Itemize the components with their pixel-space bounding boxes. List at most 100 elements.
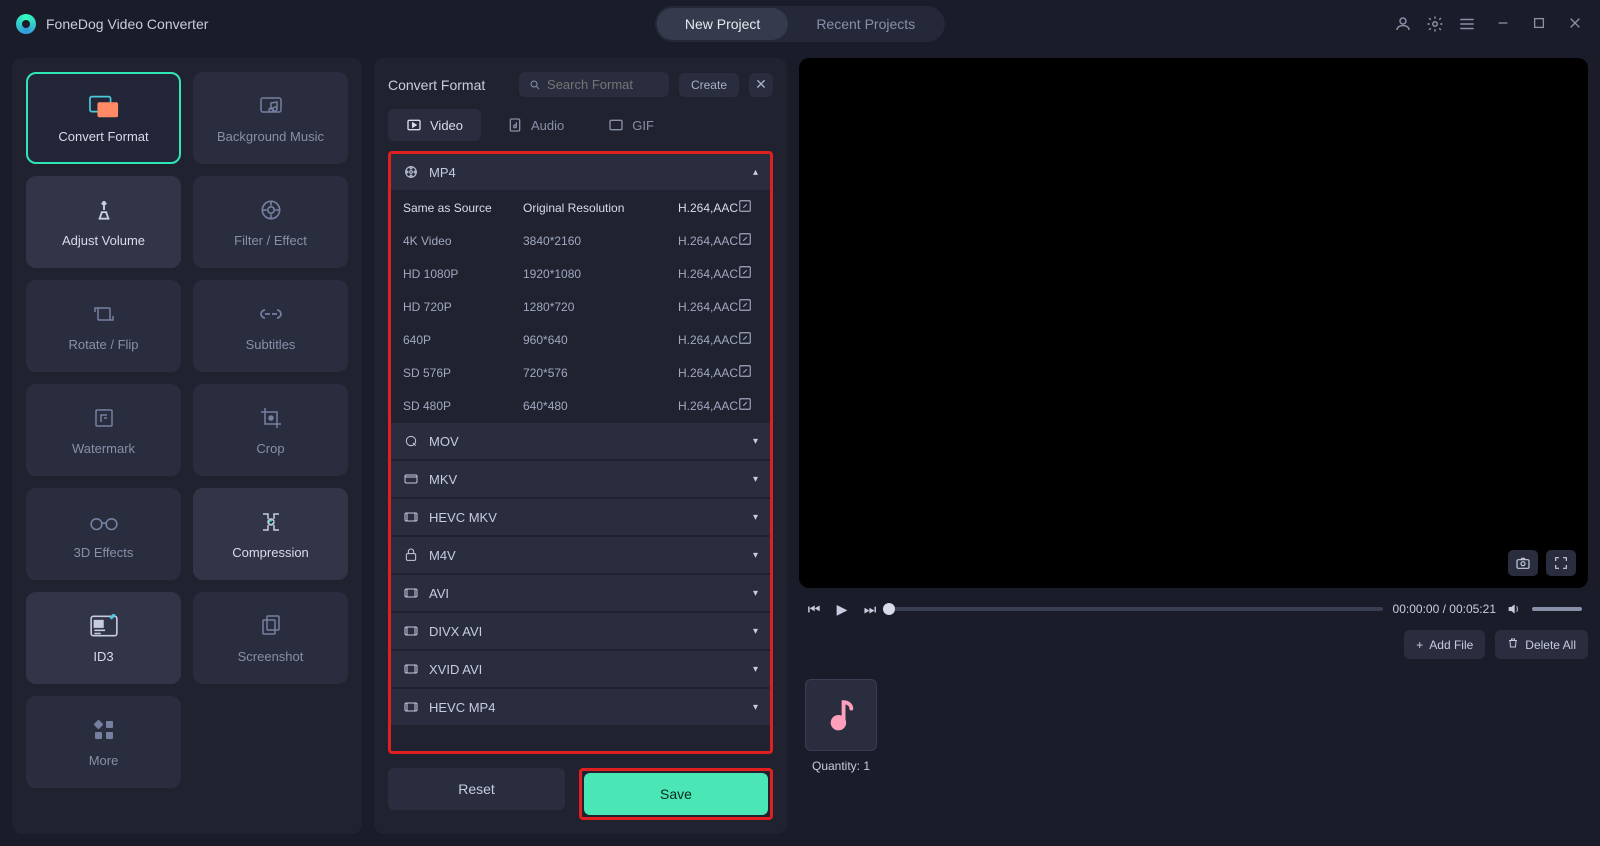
panel-title: Convert Format	[388, 77, 509, 93]
video-icon	[406, 117, 422, 133]
format-preset-row[interactable]: HD 1080P 1920*1080 H.264,AAC	[391, 258, 770, 289]
tool-3d-effects[interactable]: 3D Effects	[26, 488, 181, 580]
seek-slider[interactable]	[889, 607, 1383, 611]
tool-more[interactable]: More	[26, 696, 181, 788]
format-preset-row[interactable]: SD 480P 640*480 H.264,AAC	[391, 390, 770, 421]
next-button[interactable]: ⏭	[861, 600, 879, 618]
tool-label: Adjust Volume	[62, 233, 145, 248]
tool-label: Rotate / Flip	[68, 337, 138, 352]
delete-all-button[interactable]: Delete All	[1495, 630, 1588, 659]
close-panel-button[interactable]: ✕	[749, 73, 773, 97]
project-tabs: New Project Recent Projects	[655, 6, 945, 42]
chevron-up-icon: ▴	[753, 167, 758, 178]
format-preset-row[interactable]: SD 576P 720*576 H.264,AAC	[391, 357, 770, 388]
convert-format-icon	[89, 93, 119, 119]
seek-thumb[interactable]	[883, 603, 895, 615]
rotate-icon	[89, 301, 119, 327]
maximize-button[interactable]	[1532, 16, 1548, 32]
volume-icon[interactable]	[1506, 601, 1522, 617]
search-format-input[interactable]	[519, 72, 669, 97]
create-button[interactable]: Create	[679, 73, 739, 97]
plus-icon: +	[1416, 638, 1423, 652]
film-icon	[403, 471, 419, 487]
music-icon	[256, 93, 286, 119]
tool-compression[interactable]: Compression	[193, 488, 348, 580]
format-group-xvid-avi[interactable]: XVID AVI ▾	[391, 651, 770, 687]
trash-icon	[1507, 637, 1519, 652]
gear-icon[interactable]	[1426, 15, 1444, 33]
format-group-mkv[interactable]: MKV ▾	[391, 461, 770, 497]
film-icon	[403, 699, 419, 715]
format-group-avi[interactable]: AVI ▾	[391, 575, 770, 611]
tool-watermark[interactable]: Watermark	[26, 384, 181, 476]
chevron-down-icon: ▾	[753, 436, 758, 447]
snapshot-button[interactable]	[1508, 550, 1538, 576]
format-preset-row[interactable]: Same as Source Original Resolution H.264…	[391, 192, 770, 223]
app-title: FoneDog Video Converter	[46, 16, 208, 32]
tool-subtitles[interactable]: Subtitles	[193, 280, 348, 372]
edit-icon[interactable]	[738, 331, 758, 348]
music-note-icon	[825, 697, 857, 733]
format-group-divx-avi[interactable]: DIVX AVI ▾	[391, 613, 770, 649]
tool-label: More	[89, 753, 119, 768]
tool-convert-format[interactable]: Convert Format	[26, 72, 181, 164]
format-group-hevc-mp4[interactable]: HEVC MP4 ▾	[391, 689, 770, 725]
play-button[interactable]: ▶	[833, 600, 851, 618]
format-group-mp4[interactable]: MP4 ▴	[391, 154, 770, 190]
fullscreen-button[interactable]	[1546, 550, 1576, 576]
film-icon	[403, 164, 419, 180]
edit-icon[interactable]	[738, 298, 758, 315]
save-button[interactable]: Save	[584, 773, 768, 815]
tool-rotate-flip[interactable]: Rotate / Flip	[26, 280, 181, 372]
edit-icon[interactable]	[738, 199, 758, 216]
tool-label: Convert Format	[58, 129, 148, 144]
minimize-button[interactable]	[1496, 16, 1512, 32]
film-icon	[403, 433, 419, 449]
app-logo-icon	[16, 14, 36, 34]
compression-icon	[256, 509, 286, 535]
add-file-button[interactable]: + Add File	[1404, 630, 1485, 659]
crop-icon	[256, 405, 286, 431]
close-button[interactable]	[1568, 16, 1584, 32]
edit-icon[interactable]	[738, 232, 758, 249]
tool-label: Crop	[256, 441, 284, 456]
tab-new-project[interactable]: New Project	[657, 8, 788, 40]
media-item[interactable]: Quantity: 1	[805, 679, 877, 824]
tab-gif[interactable]: GIF	[590, 109, 672, 141]
subtitles-icon	[256, 301, 286, 327]
tool-filter-effect[interactable]: Filter / Effect	[193, 176, 348, 268]
prev-button[interactable]: ⏮	[805, 600, 823, 618]
edit-icon[interactable]	[738, 364, 758, 381]
format-group-mov[interactable]: MOV ▾	[391, 423, 770, 459]
format-preset-row[interactable]: 640P 960*640 H.264,AAC	[391, 324, 770, 355]
tab-video[interactable]: Video	[388, 109, 481, 141]
chevron-down-icon: ▾	[753, 664, 758, 675]
reset-button[interactable]: Reset	[388, 768, 565, 810]
user-icon[interactable]	[1394, 15, 1412, 33]
video-preview	[799, 58, 1588, 588]
tool-background-music[interactable]: Background Music	[193, 72, 348, 164]
edit-icon[interactable]	[738, 265, 758, 282]
tool-screenshot[interactable]: Screenshot	[193, 592, 348, 684]
format-preset-row[interactable]: 4K Video 3840*2160 H.264,AAC	[391, 225, 770, 256]
tool-label: Compression	[232, 545, 309, 560]
format-group-hevc-mkv[interactable]: HEVC MKV ▾	[391, 499, 770, 535]
tool-id3[interactable]: ID3	[26, 592, 181, 684]
tool-label: Filter / Effect	[234, 233, 307, 248]
tool-label: Subtitles	[246, 337, 296, 352]
chevron-down-icon: ▾	[753, 550, 758, 561]
volume-slider[interactable]	[1532, 607, 1582, 611]
watermark-icon	[89, 405, 119, 431]
volume-icon	[89, 197, 119, 223]
format-preset-row[interactable]: HD 720P 1280*720 H.264,AAC	[391, 291, 770, 322]
tab-recent-projects[interactable]: Recent Projects	[788, 8, 943, 40]
tab-audio[interactable]: Audio	[489, 109, 582, 141]
format-group-m4v[interactable]: M4V ▾	[391, 537, 770, 573]
tool-crop[interactable]: Crop	[193, 384, 348, 476]
edit-icon[interactable]	[738, 397, 758, 414]
media-thumbnails: Quantity: 1	[799, 669, 1588, 834]
chevron-down-icon: ▾	[753, 702, 758, 713]
audio-icon	[507, 117, 523, 133]
menu-icon[interactable]	[1458, 15, 1476, 33]
tool-adjust-volume[interactable]: Adjust Volume	[26, 176, 181, 268]
